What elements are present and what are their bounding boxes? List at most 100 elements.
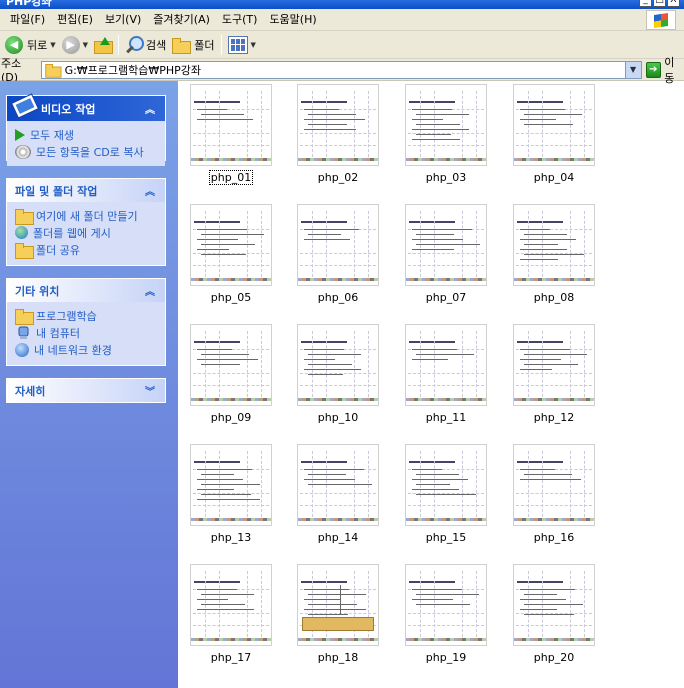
- other-places-header[interactable]: 기타 위치 ︽: [7, 279, 165, 302]
- views-button[interactable]: ▼: [225, 33, 259, 57]
- file-name-text: php_02: [317, 171, 359, 184]
- menu-help[interactable]: 도움말(H): [263, 10, 322, 30]
- folders-button[interactable]: 폴더: [169, 33, 217, 57]
- file-name[interactable]: php_01: [177, 170, 285, 185]
- file-thumbnail[interactable]: [513, 204, 595, 286]
- file-name[interactable]: php_09: [177, 411, 285, 424]
- publish-web-link[interactable]: 폴더를 웹에 게시: [15, 224, 157, 241]
- file-tasks-header[interactable]: 파일 및 폴더 작업 ︽: [7, 179, 165, 202]
- file-thumbnail[interactable]: [405, 204, 487, 286]
- file-name[interactable]: php_05: [177, 291, 285, 304]
- file-thumbnail[interactable]: [190, 204, 272, 286]
- expand-chevron-icon[interactable]: ︾: [145, 383, 155, 398]
- file-name[interactable]: php_14: [284, 531, 392, 544]
- close-button[interactable]: X: [667, 0, 680, 7]
- collapse-chevron-icon[interactable]: ︽: [145, 283, 155, 298]
- title-bar: PHP강좌 _ □ X: [0, 0, 684, 9]
- forward-dropdown-icon[interactable]: ▼: [83, 41, 88, 49]
- file-name[interactable]: php_02: [284, 171, 392, 184]
- file-name[interactable]: php_16: [500, 531, 608, 544]
- new-folder-link[interactable]: 여기에 새 폴더 만들기: [15, 207, 157, 225]
- file-thumbnail[interactable]: [190, 564, 272, 646]
- other-places-panel: 기타 위치 ︽ 프로그램학습 내 컴퓨터 내 네트워크 환경: [6, 278, 166, 366]
- back-label: 뒤로: [27, 38, 48, 52]
- file-name-text: php_14: [317, 531, 359, 544]
- file-thumbnail[interactable]: [297, 444, 379, 526]
- file-name-text: php_17: [210, 651, 252, 664]
- file-name[interactable]: php_06: [284, 291, 392, 304]
- menu-edit[interactable]: 편집(E): [51, 10, 99, 30]
- collapse-chevron-icon[interactable]: ︽: [145, 183, 155, 198]
- file-name-text: php_20: [533, 651, 575, 664]
- forward-button[interactable]: ▶ ▼: [59, 33, 91, 57]
- file-thumbnail[interactable]: [297, 204, 379, 286]
- file-name[interactable]: php_12: [500, 411, 608, 424]
- file-thumbnail[interactable]: [190, 324, 272, 406]
- file-thumbnail[interactable]: [405, 564, 487, 646]
- menu-favorites[interactable]: 즐겨찾기(A): [147, 10, 216, 30]
- file-name[interactable]: php_10: [284, 411, 392, 424]
- menu-file[interactable]: 파일(F): [4, 10, 51, 30]
- share-folder-link[interactable]: 폴더 공유: [15, 241, 157, 259]
- details-header[interactable]: 자세히 ︾: [7, 379, 165, 402]
- share-folder-label: 폴더 공유: [36, 243, 80, 257]
- collapse-chevron-icon[interactable]: ︽: [145, 101, 155, 116]
- maximize-button[interactable]: □: [653, 0, 666, 7]
- file-name-text: php_06: [317, 291, 359, 304]
- file-name[interactable]: php_11: [392, 411, 500, 424]
- video-tasks-panel: 비디오 작업 ︽ 모두 재생 모든 항목을 CD로 복사: [6, 93, 166, 166]
- play-all-link[interactable]: 모두 재생: [15, 126, 157, 143]
- minimize-button[interactable]: _: [639, 0, 652, 7]
- up-folder-button[interactable]: [91, 33, 115, 57]
- file-thumbnail[interactable]: [297, 324, 379, 406]
- go-button[interactable]: ➔ 이동: [645, 54, 684, 86]
- copy-to-cd-link[interactable]: 모든 항목을 CD로 복사: [15, 143, 157, 160]
- views-dropdown-icon[interactable]: ▼: [251, 41, 256, 49]
- folders-icon: [172, 37, 192, 54]
- file-name[interactable]: php_20: [500, 651, 608, 664]
- place-network[interactable]: 내 네트워크 환경: [15, 341, 157, 358]
- place-my-computer[interactable]: 내 컴퓨터: [15, 324, 157, 341]
- file-name[interactable]: php_18: [284, 651, 392, 664]
- file-thumbnail[interactable]: [297, 84, 379, 166]
- task-pane: 비디오 작업 ︽ 모두 재생 모든 항목을 CD로 복사 파일 및 폴더 작업 …: [0, 81, 178, 688]
- file-thumbnail[interactable]: [297, 564, 379, 646]
- views-icon: [227, 35, 248, 54]
- file-thumbnail[interactable]: [513, 444, 595, 526]
- search-icon: [125, 35, 145, 54]
- search-button[interactable]: 검색: [122, 33, 169, 57]
- file-name[interactable]: php_03: [392, 171, 500, 184]
- file-name[interactable]: php_04: [500, 171, 608, 184]
- file-name[interactable]: php_19: [392, 651, 500, 664]
- address-input[interactable]: G:₩프로그램학습₩PHP강좌 ▼: [40, 60, 642, 79]
- go-arrow-icon: ➔: [645, 61, 662, 78]
- file-name[interactable]: php_13: [177, 531, 285, 544]
- file-name[interactable]: php_15: [392, 531, 500, 544]
- file-thumbnail[interactable]: [405, 84, 487, 166]
- file-thumbnail[interactable]: [190, 84, 272, 166]
- back-button[interactable]: ◀ 뒤로 ▼: [2, 33, 59, 57]
- file-name[interactable]: php_08: [500, 291, 608, 304]
- address-dropdown-icon[interactable]: ▼: [624, 61, 641, 78]
- place-program-study[interactable]: 프로그램학습: [15, 307, 157, 325]
- video-tasks-icon: [11, 93, 40, 119]
- file-thumbnail[interactable]: [513, 84, 595, 166]
- forward-arrow-icon: ▶: [61, 35, 80, 54]
- file-name-text: php_04: [533, 171, 575, 184]
- address-label: 주소(D): [1, 57, 22, 84]
- file-thumbnail[interactable]: [513, 324, 595, 406]
- file-thumbnail[interactable]: [190, 444, 272, 526]
- file-name[interactable]: php_17: [177, 651, 285, 664]
- menu-tools[interactable]: 도구(T): [216, 10, 264, 30]
- file-thumbnail[interactable]: [405, 324, 487, 406]
- computer-icon: [18, 326, 29, 339]
- address-path: G:₩프로그램학습₩PHP강좌: [64, 63, 202, 77]
- menu-view[interactable]: 보기(V): [99, 10, 147, 30]
- back-dropdown-icon[interactable]: ▼: [50, 41, 55, 49]
- place-program-study-label: 프로그램학습: [36, 309, 97, 323]
- file-thumbnail[interactable]: [513, 564, 595, 646]
- window-controls: _ □ X: [639, 0, 680, 7]
- file-name-text: php_03: [425, 171, 467, 184]
- file-thumbnail[interactable]: [405, 444, 487, 526]
- file-name[interactable]: php_07: [392, 291, 500, 304]
